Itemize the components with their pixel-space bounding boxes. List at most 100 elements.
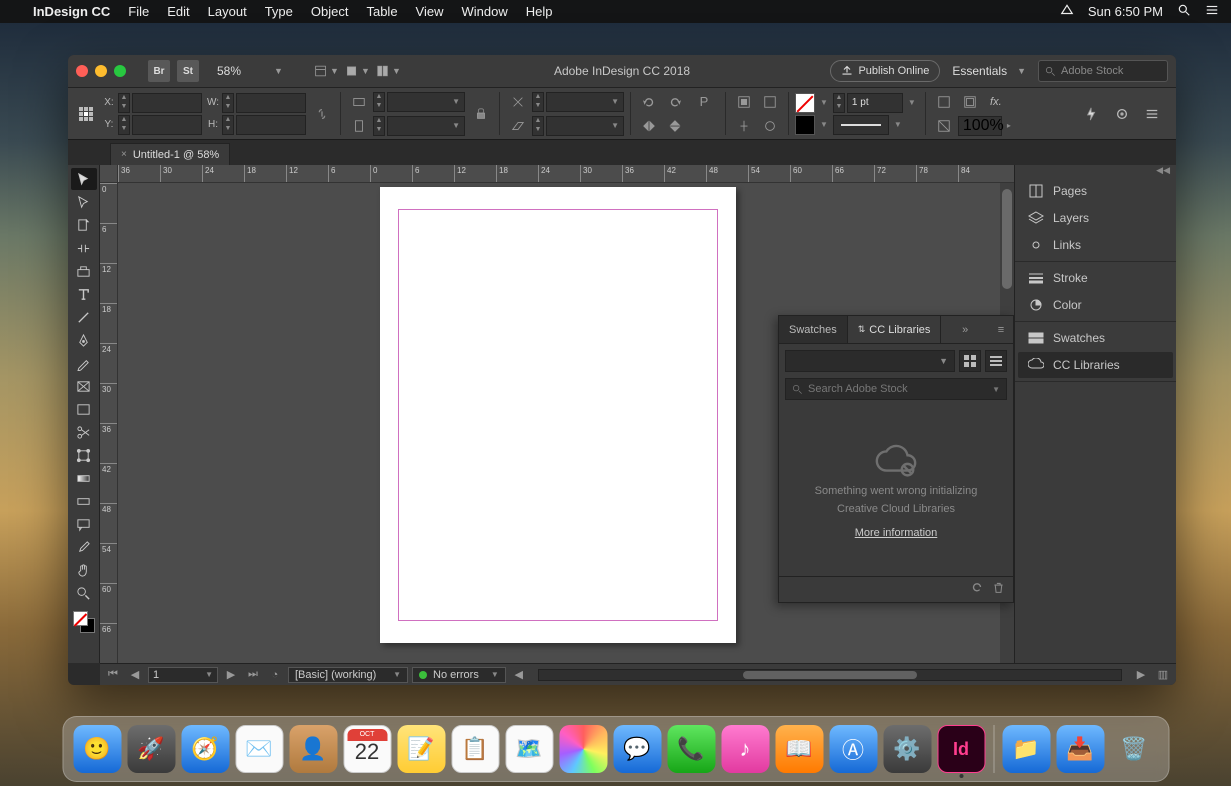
fill-stroke-proxy[interactable]	[73, 611, 95, 633]
collapse-panel-icon[interactable]: »	[953, 316, 977, 343]
direct-selection-tool[interactable]	[71, 191, 97, 213]
rotate-ccw-icon[interactable]	[637, 91, 661, 113]
rectangle-frame-tool[interactable]	[71, 375, 97, 397]
screen-mode-icon[interactable]: ▼	[346, 60, 370, 82]
stroke-panel-button[interactable]: Stroke	[1018, 265, 1173, 291]
stroke-dropdown-icon[interactable]: ▼	[817, 120, 831, 129]
grid-view-button[interactable]	[959, 350, 981, 372]
selection-tool[interactable]	[71, 168, 97, 190]
calendar-dock-icon[interactable]: OCT22	[343, 725, 391, 773]
preferences-dock-icon[interactable]: ⚙️	[883, 725, 931, 773]
list-view-button[interactable]	[985, 350, 1007, 372]
control-menu-icon[interactable]	[1140, 103, 1164, 125]
h-stepper[interactable]: ▲▼	[222, 115, 234, 135]
horizontal-scrollbar[interactable]	[538, 669, 1122, 681]
select-content-icon[interactable]	[758, 91, 782, 113]
fit-frame-icon[interactable]	[958, 91, 982, 113]
menubar-clock[interactable]: Sun 6:50 PM	[1088, 4, 1163, 19]
scale-x-stepper[interactable]: ▲▼	[373, 92, 385, 112]
clear-transforms-icon[interactable]: P	[689, 91, 719, 113]
split-view-icon[interactable]: ▥	[1154, 668, 1172, 681]
page[interactable]	[380, 187, 736, 643]
scale-y-field[interactable]: ▼	[387, 116, 465, 136]
content-collector-tool[interactable]	[71, 260, 97, 282]
horizontal-ruler[interactable]: 363024181260612182430364248546066727884	[100, 165, 1014, 183]
close-tab-icon[interactable]: ×	[121, 149, 127, 160]
swatches-panel-button[interactable]: Swatches	[1018, 325, 1173, 351]
menu-file[interactable]: File	[119, 0, 158, 23]
menu-edit[interactable]: Edit	[158, 0, 198, 23]
open-indicator-icon[interactable]: ◔	[266, 669, 284, 681]
menu-help[interactable]: Help	[517, 0, 562, 23]
rotate-cw-icon[interactable]	[663, 91, 687, 113]
menu-object[interactable]: Object	[302, 0, 358, 23]
view-options-icon[interactable]: ▼	[315, 60, 339, 82]
arrange-docs-icon[interactable]: ▼	[377, 60, 401, 82]
more-information-link[interactable]: More information	[855, 527, 938, 539]
y-stepper[interactable]: ▲▼	[118, 115, 130, 135]
first-page-button[interactable]: ⏮	[104, 668, 122, 681]
rectangle-tool[interactable]	[71, 398, 97, 420]
stroke-style-field[interactable]	[833, 115, 889, 135]
reminders-dock-icon[interactable]: 📋	[451, 725, 499, 773]
fit-content-icon[interactable]	[932, 91, 956, 113]
fill-dropdown-icon[interactable]: ▼	[817, 98, 831, 107]
layers-panel-button[interactable]: Layers	[1018, 205, 1173, 231]
workspace-switcher[interactable]: Essentials▼	[952, 64, 1026, 78]
zoom-level-field[interactable]	[217, 64, 263, 78]
fill-swatch[interactable]	[795, 93, 815, 113]
reference-point-icon[interactable]	[78, 106, 94, 122]
pages-panel-button[interactable]: Pages	[1018, 178, 1173, 204]
itunes-dock-icon[interactable]: ♪	[721, 725, 769, 773]
publish-online-button[interactable]: Publish Online	[830, 60, 940, 82]
control-center-icon[interactable]	[1205, 3, 1219, 20]
spotlight-icon[interactable]	[1177, 3, 1191, 20]
shear-stepper[interactable]: ▲▼	[532, 116, 544, 136]
scale-x-field[interactable]: ▼	[387, 92, 465, 112]
flip-h-icon[interactable]	[637, 115, 661, 137]
scissors-tool[interactable]	[71, 421, 97, 443]
color-panel-button[interactable]: Color	[1018, 292, 1173, 318]
h-field[interactable]	[236, 115, 306, 135]
scroll-right-button[interactable]: ▶	[1132, 668, 1150, 681]
stock-search[interactable]: Adobe Stock	[1038, 60, 1168, 82]
eyedropper-tool[interactable]	[71, 536, 97, 558]
window-close-button[interactable]	[76, 65, 88, 77]
next-page-button[interactable]: ▶	[222, 668, 240, 681]
collapse-dock-icon[interactable]: ◀◀	[1015, 165, 1176, 175]
cc-status-icon[interactable]	[1060, 3, 1074, 20]
rotate-field[interactable]: ▼	[546, 92, 624, 112]
stroke-weight-dropdown-icon[interactable]: ▼	[905, 98, 919, 107]
select-prev-icon[interactable]	[732, 115, 756, 137]
control-settings-icon[interactable]	[1110, 103, 1134, 125]
document-tab[interactable]: × Untitled-1 @ 58%	[110, 143, 230, 165]
appstore-dock-icon[interactable]: Ⓐ	[829, 725, 877, 773]
messages-dock-icon[interactable]: 💬	[613, 725, 661, 773]
menu-layout[interactable]: Layout	[199, 0, 256, 23]
gradient-swatch-tool[interactable]	[71, 467, 97, 489]
library-sync-icon[interactable]	[970, 580, 984, 599]
cc-libraries-panel-tab[interactable]: ⇅CC Libraries	[848, 316, 942, 343]
library-selector[interactable]: ▼	[785, 350, 955, 372]
stroke-weight-field[interactable]: 1 pt	[847, 93, 903, 113]
constrain-scale-icon[interactable]	[469, 103, 493, 125]
flip-v-icon[interactable]	[663, 115, 687, 137]
cc-libraries-panel-button[interactable]: CC Libraries	[1018, 352, 1173, 378]
menu-type[interactable]: Type	[256, 0, 302, 23]
preflight-status[interactable]: No errors▼	[412, 667, 506, 683]
type-tool[interactable]	[71, 283, 97, 305]
last-page-button[interactable]: ⏭	[244, 668, 262, 681]
library-search[interactable]: Search Adobe Stock ▼	[785, 378, 1007, 400]
preflight-profile[interactable]: [Basic] (working)▼	[288, 667, 408, 683]
scale-y-stepper[interactable]: ▲▼	[373, 116, 385, 136]
stroke-swatch[interactable]	[795, 115, 815, 135]
notes-dock-icon[interactable]: 📝	[397, 725, 445, 773]
finder-dock-icon[interactable]: 🙂	[73, 725, 121, 773]
canvas[interactable]: Swatches ⇅CC Libraries » ≡ ▼	[118, 183, 1014, 663]
select-container-icon[interactable]	[732, 91, 756, 113]
quick-apply-icon[interactable]	[1080, 103, 1104, 125]
go-to-stock[interactable]: St	[177, 60, 199, 82]
w-stepper[interactable]: ▲▼	[222, 93, 234, 113]
hand-tool[interactable]	[71, 559, 97, 581]
contacts-dock-icon[interactable]: 👤	[289, 725, 337, 773]
